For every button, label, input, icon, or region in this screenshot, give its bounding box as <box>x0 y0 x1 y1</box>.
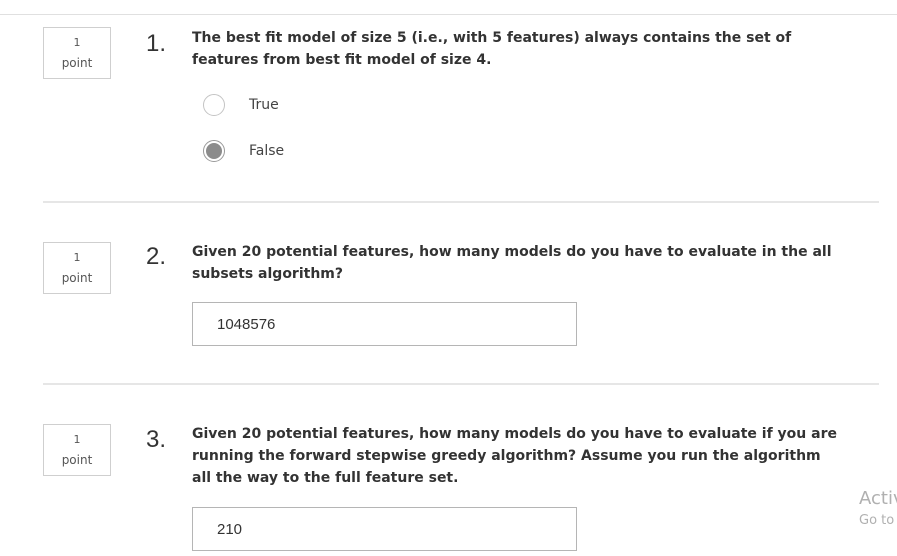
points-value: 1 <box>73 433 81 446</box>
points-label: point <box>61 56 93 70</box>
points-label: point <box>61 271 93 285</box>
answer-input[interactable]: 1048576 <box>192 302 577 346</box>
option-label-true: True <box>249 97 279 113</box>
top-divider <box>0 14 897 15</box>
option-true[interactable]: True <box>203 94 279 116</box>
points-badge: 1 point <box>43 242 111 294</box>
question-number: 2. <box>146 243 167 270</box>
question-divider <box>43 383 879 385</box>
option-false[interactable]: False <box>203 140 284 162</box>
question-number: 1. <box>146 30 167 57</box>
radio-true[interactable] <box>203 94 225 116</box>
question-divider <box>43 201 879 203</box>
answer-input[interactable]: 210 <box>192 507 577 551</box>
question-text: Given 20 potential features, how many mo… <box>192 244 832 282</box>
points-label: point <box>61 453 93 467</box>
points-badge: 1 point <box>43 424 111 476</box>
points-value: 1 <box>73 251 81 264</box>
points-value: 1 <box>73 36 81 49</box>
activation-watermark-subtitle: Go to <box>859 513 895 528</box>
question-text: Given 20 potential features, how many mo… <box>192 426 837 486</box>
question-number: 3. <box>146 426 167 453</box>
option-label-false: False <box>249 143 285 159</box>
points-badge: 1 point <box>43 27 111 79</box>
activation-watermark-title: Activ <box>859 488 897 509</box>
question-text: The best fit model of size 5 (i.e., with… <box>192 30 792 68</box>
radio-false-selected[interactable] <box>203 140 225 162</box>
